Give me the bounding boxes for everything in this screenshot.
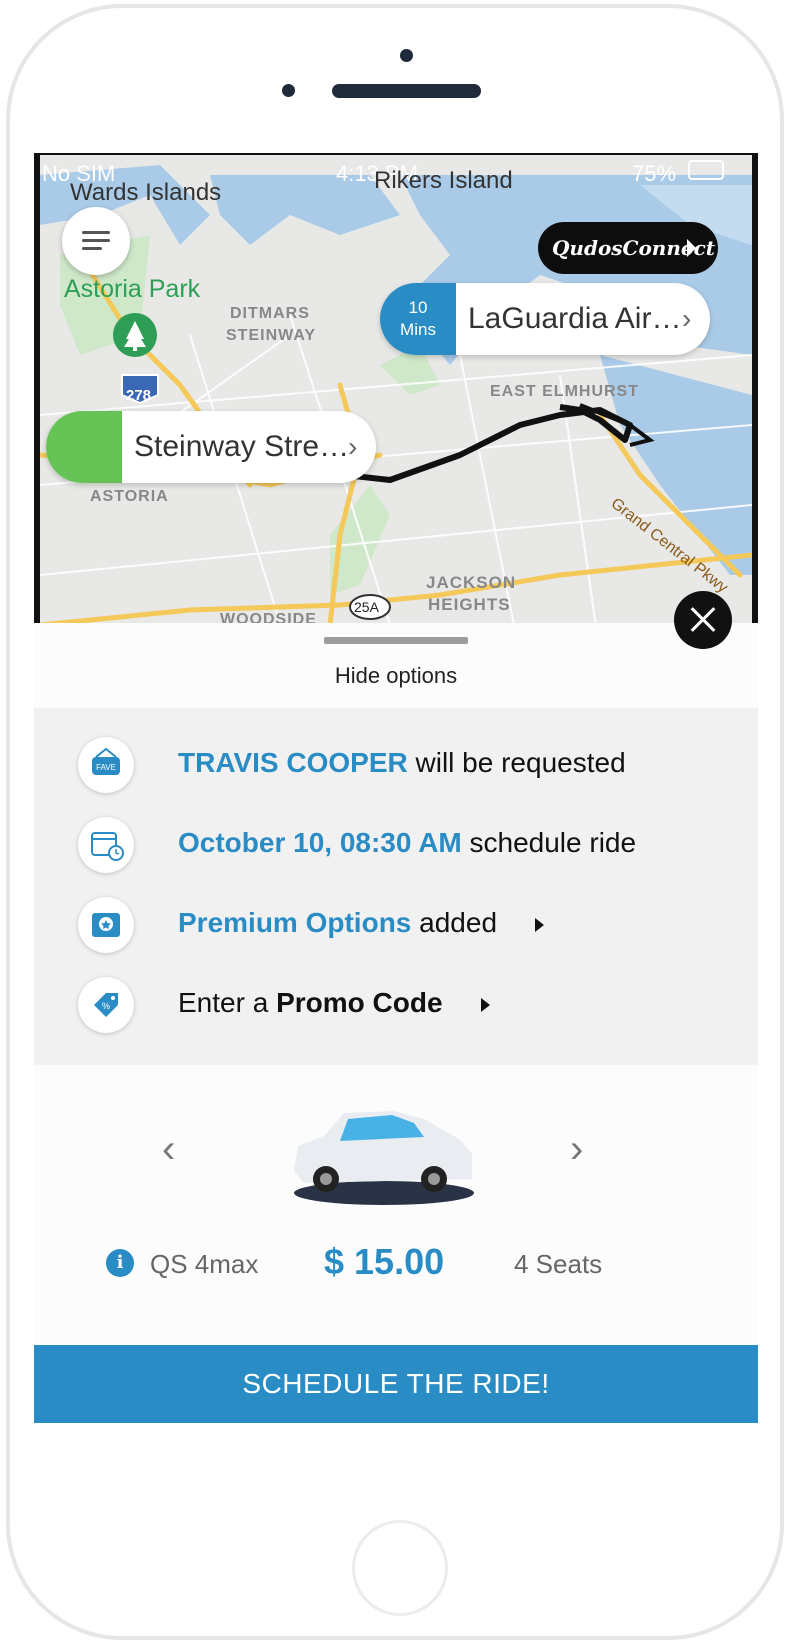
play-icon xyxy=(687,239,696,257)
map-label-jackson: JACKSON xyxy=(426,573,517,592)
destination-pill[interactable]: 10 Mins LaGuardia Air… › xyxy=(380,283,710,355)
premium-options-label: Premium Options xyxy=(178,907,412,938)
seat-count: 4 Seats xyxy=(514,1249,603,1279)
calendar-clock-icon xyxy=(78,817,134,873)
promo-code-label: Promo Code xyxy=(276,987,443,1018)
ride-price: $ 15.00 xyxy=(324,1241,445,1282)
eta-badge: 10 Mins xyxy=(380,283,456,355)
hide-options-toggle[interactable]: Hide options xyxy=(34,623,758,708)
highway-shield-278: 278 xyxy=(126,387,152,404)
chevron-right-icon: › xyxy=(348,431,358,462)
promo-tag-icon: % xyxy=(78,977,134,1033)
driver-name: TRAVIS COOPER xyxy=(178,747,408,778)
eta-unit: Mins xyxy=(400,320,436,339)
caret-right-icon xyxy=(535,917,545,932)
schedule-ride-button[interactable]: SCHEDULE THE RIDE! xyxy=(34,1345,758,1423)
battery-percent: 75% xyxy=(632,161,677,186)
drag-handle[interactable] xyxy=(324,637,468,644)
premium-badge-icon xyxy=(78,897,134,953)
origin-label: Steinway Stre… xyxy=(134,430,350,463)
sensor-dot xyxy=(282,84,295,97)
info-icon[interactable]: i xyxy=(106,1249,134,1277)
origin-marker xyxy=(46,411,122,483)
svg-text:%: % xyxy=(102,1001,110,1011)
hide-options-label: Hide options xyxy=(334,663,458,688)
vehicle-model: QS 4max xyxy=(150,1249,259,1279)
earpiece-speaker xyxy=(332,84,481,98)
map-label-astoria-park: Astoria Park xyxy=(64,275,201,303)
map-label-heights: HEIGHTS xyxy=(428,595,511,614)
origin-pill[interactable]: Steinway Stre… › xyxy=(46,411,376,483)
schedule-datetime: October 10, 08:30 AM xyxy=(178,827,462,858)
map-label-rikers-island: Rikers Island xyxy=(374,167,513,194)
promo-prefix: Enter a xyxy=(178,987,269,1018)
map-label-ditmars: DITMARS xyxy=(230,305,310,322)
option-premium[interactable]: Premium Options added xyxy=(34,891,758,961)
front-camera xyxy=(400,49,413,62)
app-screen: No SIM 4:13 PM 75% Wards Islands Rikers … xyxy=(34,153,758,1492)
vehicle-card: ‹ › i QS 4max $ 15.00 4 Seats xyxy=(34,1065,758,1345)
battery-icon xyxy=(688,160,724,180)
map-label-east-elmhurst: EAST ELMHURST xyxy=(490,383,639,400)
map-label-steinway: STEINWAY xyxy=(226,327,317,344)
close-button[interactable] xyxy=(674,591,732,649)
menu-button[interactable] xyxy=(62,207,130,275)
highway-shield-25a: 25A xyxy=(354,599,379,615)
home-button[interactable] xyxy=(352,1520,448,1616)
option-promo[interactable]: % Enter a Promo Code xyxy=(34,971,758,1041)
eta-value: 10 xyxy=(408,298,428,317)
driver-suffix: will be requested xyxy=(415,747,626,778)
option-schedule[interactable]: October 10, 08:30 AM schedule ride xyxy=(34,811,758,881)
premium-suffix: added xyxy=(419,907,498,938)
caret-right-icon xyxy=(480,997,490,1012)
menu-icon xyxy=(82,231,110,234)
qudosconnect-button[interactable]: QudosConnect xyxy=(538,222,718,274)
bottom-safe-area xyxy=(34,1423,758,1492)
option-driver[interactable]: FAVE TRAVIS COOPER will be requested xyxy=(34,731,758,801)
destination-label: LaGuardia Air… xyxy=(468,302,682,335)
vehicle-info-row: i QS 4max $ 15.00 4 Seats xyxy=(34,1241,758,1283)
prev-vehicle-button[interactable]: ‹ xyxy=(162,1127,175,1172)
car-image xyxy=(294,1111,474,1205)
map-label-astoria: ASTORIA xyxy=(90,488,169,505)
next-vehicle-button[interactable]: › xyxy=(570,1127,583,1172)
schedule-suffix: schedule ride xyxy=(469,827,637,858)
map-view[interactable]: No SIM 4:13 PM 75% Wards Islands Rikers … xyxy=(34,153,758,653)
fave-driver-icon: FAVE xyxy=(78,737,134,793)
chevron-right-icon: › xyxy=(682,303,692,334)
map-label-wards-islands: Wards Islands xyxy=(70,179,222,206)
svg-text:FAVE: FAVE xyxy=(96,763,116,772)
